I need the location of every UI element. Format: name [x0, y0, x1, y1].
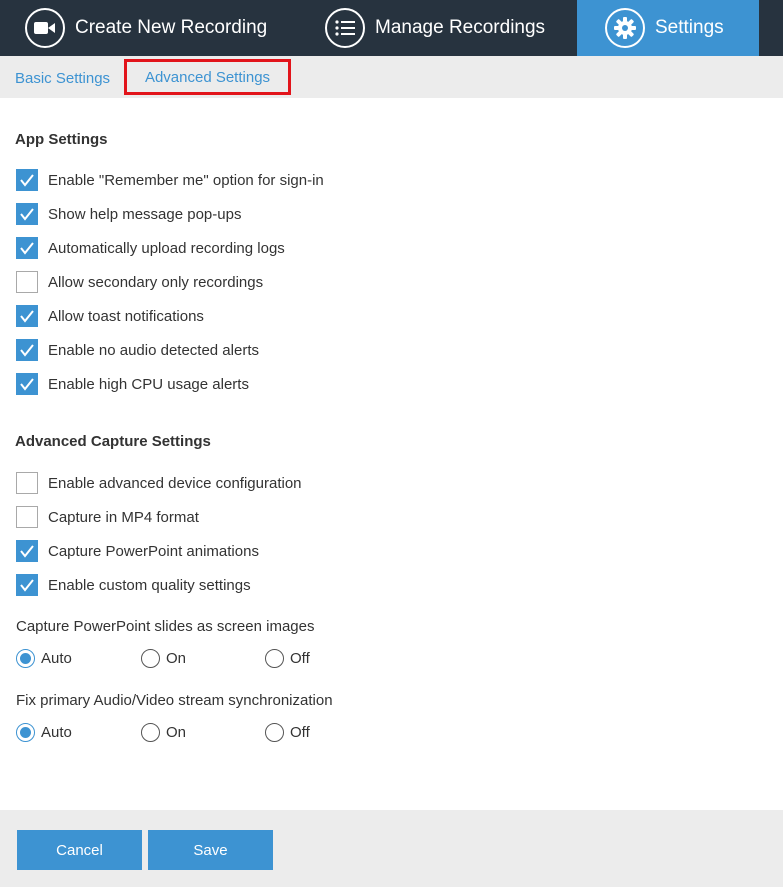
- tab-create-label: Create New Recording: [75, 17, 268, 38]
- radio-av-auto[interactable]: Auto: [16, 723, 72, 742]
- checkbox-label: Allow secondary only recordings: [48, 273, 264, 291]
- ppt-slides-label: Capture PowerPoint slides as screen imag…: [16, 618, 315, 635]
- checkbox-label: Capture in MP4 format: [48, 508, 199, 526]
- checkbox-no-audio-alerts[interactable]: Enable no audio detected alerts: [16, 338, 259, 362]
- checkbox-box[interactable]: [16, 339, 38, 361]
- checkbox-high-cpu-alerts[interactable]: Enable high CPU usage alerts: [16, 372, 249, 396]
- checkbox-box[interactable]: [16, 271, 38, 293]
- list-icon: [325, 8, 365, 48]
- checkbox-custom-quality[interactable]: Enable custom quality settings: [16, 573, 251, 597]
- checkbox-advanced-device-config[interactable]: Enable advanced device configuration: [16, 471, 302, 495]
- radio-ppt-auto[interactable]: Auto: [16, 649, 72, 668]
- radio-av-off[interactable]: Off: [265, 723, 310, 742]
- checkbox-secondary-only[interactable]: Allow secondary only recordings: [16, 270, 263, 294]
- checkbox-label: Enable no audio detected alerts: [48, 341, 259, 359]
- checkbox-remember-me[interactable]: Enable "Remember me" option for sign-in: [16, 168, 324, 192]
- checkbox-box[interactable]: [16, 203, 38, 225]
- radio-label: On: [166, 650, 187, 667]
- checkbox-upload-logs[interactable]: Automatically upload recording logs: [16, 236, 285, 260]
- checkbox-label: Enable custom quality settings: [48, 576, 251, 594]
- checkbox-box[interactable]: [16, 540, 38, 562]
- checkbox-label: Capture PowerPoint animations: [48, 542, 259, 560]
- radio-label: On: [166, 724, 187, 741]
- radio-button[interactable]: [141, 649, 160, 668]
- radio-label: Auto: [41, 724, 72, 741]
- checkbox-mp4-format[interactable]: Capture in MP4 format: [16, 505, 199, 529]
- checkbox-box[interactable]: [16, 472, 38, 494]
- radio-button[interactable]: [265, 649, 284, 668]
- tab-settings[interactable]: Settings: [577, 0, 759, 56]
- radio-button[interactable]: [16, 723, 35, 742]
- checkbox-box[interactable]: [16, 373, 38, 395]
- checkbox-box[interactable]: [16, 237, 38, 259]
- checkbox-label: Enable advanced device configuration: [48, 474, 302, 492]
- checkbox-powerpoint-animations[interactable]: Capture PowerPoint animations: [16, 539, 259, 563]
- av-sync-label: Fix primary Audio/Video stream synchroni…: [16, 692, 333, 709]
- cancel-button[interactable]: Cancel: [17, 830, 142, 870]
- radio-button[interactable]: [16, 649, 35, 668]
- checkbox-help-popups[interactable]: Show help message pop-ups: [16, 202, 241, 226]
- checkbox-label: Enable "Remember me" option for sign-in: [48, 171, 324, 189]
- radio-label: Off: [290, 650, 310, 667]
- checkbox-box[interactable]: [16, 305, 38, 327]
- checkbox-label: Allow toast notifications: [48, 307, 204, 325]
- checkbox-label: Show help message pop-ups: [48, 205, 242, 223]
- checkbox-box[interactable]: [16, 574, 38, 596]
- subtab-basic-settings[interactable]: Basic Settings: [15, 70, 110, 87]
- settings-subnav: Basic Settings Advanced Settings: [0, 56, 783, 98]
- advanced-capture-heading: Advanced Capture Settings: [15, 433, 211, 450]
- checkbox-label: Automatically upload recording logs: [48, 239, 285, 257]
- checkbox-box[interactable]: [16, 506, 38, 528]
- subtab-advanced-settings[interactable]: Advanced Settings: [124, 59, 291, 95]
- tab-create-new-recording[interactable]: Create New Recording: [25, 0, 315, 56]
- radio-button[interactable]: [141, 723, 160, 742]
- save-button[interactable]: Save: [148, 830, 273, 870]
- radio-ppt-on[interactable]: On: [141, 649, 186, 668]
- checkbox-box[interactable]: [16, 169, 38, 191]
- checkbox-toast-notifications[interactable]: Allow toast notifications: [16, 304, 204, 328]
- radio-ppt-off[interactable]: Off: [265, 649, 310, 668]
- tab-settings-label: Settings: [655, 17, 724, 38]
- footer-bar: Cancel Save: [0, 810, 783, 887]
- radio-label: Off: [290, 724, 310, 741]
- tab-manage-recordings[interactable]: Manage Recordings: [325, 0, 575, 56]
- radio-av-on[interactable]: On: [141, 723, 186, 742]
- radio-button[interactable]: [265, 723, 284, 742]
- top-navigation: Create New Recording Manage Recordings S…: [0, 0, 783, 56]
- radio-label: Auto: [41, 650, 72, 667]
- app-settings-heading: App Settings: [15, 131, 108, 148]
- tab-manage-label: Manage Recordings: [375, 17, 546, 38]
- checkbox-label: Enable high CPU usage alerts: [48, 375, 249, 393]
- video-camera-icon: [25, 8, 65, 48]
- gear-icon: [605, 8, 645, 48]
